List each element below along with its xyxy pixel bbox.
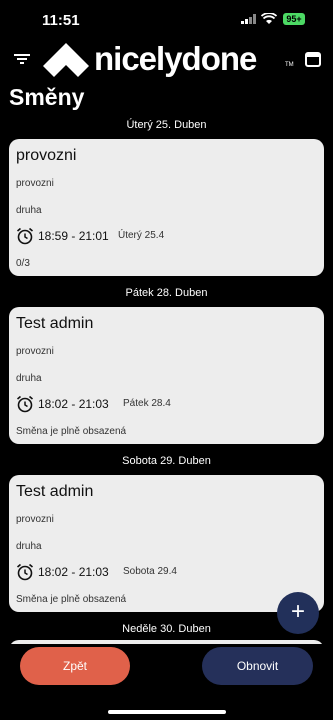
signal-icon	[241, 14, 256, 24]
back-button[interactable]: Zpět	[20, 647, 130, 685]
page-title: Směny	[9, 84, 85, 110]
brand-name: nicelydone	[94, 40, 257, 77]
status-time: 11:51	[42, 12, 80, 29]
shift-type: druha	[16, 205, 42, 216]
shift-day: Úterý 25.4	[118, 230, 165, 241]
shift-title: Test admin	[16, 483, 94, 500]
shift-location: provozni	[16, 514, 54, 525]
date-header: Sobota 29. Duben	[122, 455, 211, 467]
add-shift-button[interactable]: +	[277, 592, 319, 634]
shift-time: 18:02 - 21:03	[38, 397, 109, 411]
shift-location: provozni	[16, 346, 54, 357]
calendar-icon[interactable]	[305, 51, 321, 67]
shift-card[interactable]: provozni provozni druha 18:59 - 21:01 Út…	[9, 139, 324, 276]
plus-icon: +	[290, 598, 305, 625]
battery-icon: 95+	[283, 13, 305, 25]
alarm-clock-icon	[16, 563, 34, 581]
shift-type: druha	[16, 373, 42, 384]
brand-logo-icon	[43, 43, 89, 77]
wifi-icon	[261, 13, 277, 24]
shift-card[interactable]: Test admin provozni druha 18:02 - 21:03 …	[9, 307, 324, 444]
date-header: Pátek 28. Duben	[125, 287, 208, 299]
shift-type: druha	[16, 541, 42, 552]
shift-occupancy: Směna je plně obsazená	[16, 426, 127, 437]
refresh-button[interactable]: Obnovit	[202, 647, 313, 685]
home-indicator[interactable]	[108, 710, 226, 714]
shift-time: 18:02 - 21:03	[38, 565, 109, 579]
shift-title: provozni	[16, 147, 77, 164]
filter-menu-icon[interactable]	[14, 52, 30, 66]
shift-day: Pátek 28.4	[123, 398, 171, 409]
shift-occupancy: 0/3	[16, 258, 30, 269]
date-header: Úterý 25. Duben	[126, 119, 207, 131]
brand-trademark: TM	[285, 62, 294, 68]
alarm-clock-icon	[16, 227, 34, 245]
status-bar: 11:51 95+	[0, 0, 333, 34]
app-bar: nicelydone TM	[0, 40, 333, 80]
shift-location: provozni	[16, 178, 54, 189]
shift-time: 18:59 - 21:01	[38, 229, 109, 243]
shift-card[interactable]: Test admin provozni druha 18:02 - 21:03 …	[9, 475, 324, 612]
alarm-clock-icon	[16, 395, 34, 413]
shift-day: Sobota 29.4	[123, 566, 177, 577]
shift-occupancy: Směna je plně obsazená	[16, 594, 127, 605]
shift-title: Test admin	[16, 315, 94, 332]
